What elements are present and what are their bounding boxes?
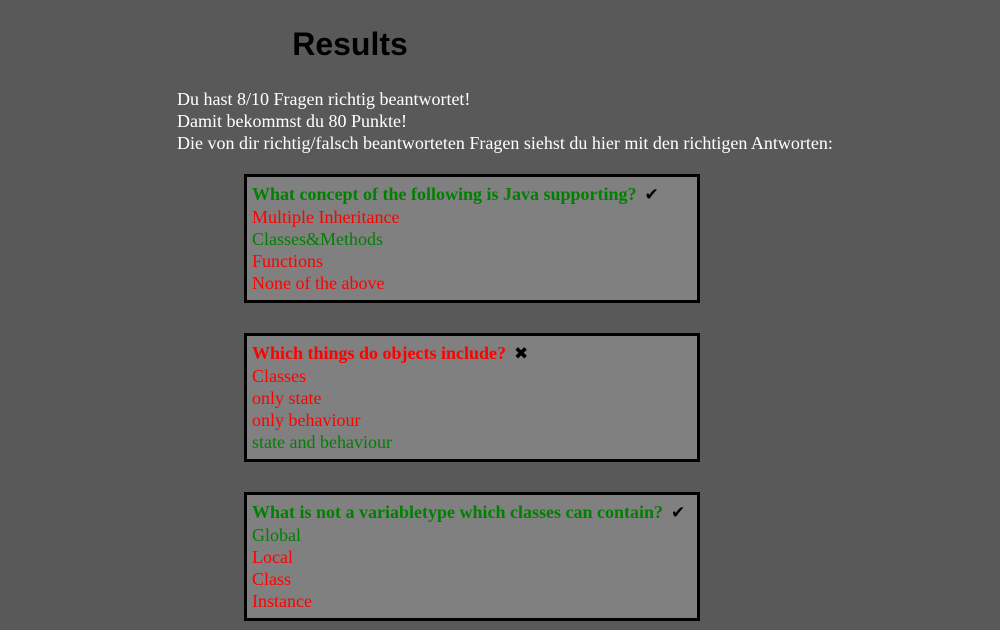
question-header: What concept of the following is Java su… [252,183,692,206]
answer-option: Functions [252,251,324,271]
answer-option: only behaviour [252,410,361,430]
question-card: What is not a variabletype which classes… [244,492,700,621]
summary-points-line: Damit bekommst du 80 Punkte! [177,111,407,131]
answer-option: Classes&Methods [252,229,384,249]
check-icon: ✔ [671,503,686,523]
question-list: What concept of the following is Java su… [244,174,700,630]
question-title: What is not a variabletype which classes… [252,502,664,522]
question-card: What concept of the following is Java su… [244,174,700,303]
question-header: What is not a variabletype which classes… [252,501,692,524]
cross-icon: ✖ [514,344,529,364]
summary-info-line: Die von dir richtig/falsch beantworteten… [177,133,833,153]
answer-option: Class [252,569,292,589]
page-title: Results [292,26,408,62]
question-title: Which things do objects include? [252,343,507,363]
answer-option: state and behaviour [252,432,392,452]
question-title: What concept of the following is Java su… [252,184,637,204]
answer-option: only state [252,388,322,408]
check-icon: ✔ [644,185,659,205]
question-header: Which things do objects include? ✖ [252,342,692,365]
question-card: Which things do objects include? ✖ Classe… [244,333,700,462]
answer-option: Classes [252,366,306,386]
answer-option: None of the above [252,273,385,293]
answer-option: Local [252,547,293,567]
answer-option: Instance [252,591,312,611]
answer-option: Global [252,525,301,545]
results-summary: Du hast 8/10 Fragen richtig beantwortet!… [177,88,833,154]
answer-option: Multiple Inheritance [252,207,400,227]
summary-score-line: Du hast 8/10 Fragen richtig beantwortet! [177,89,471,109]
